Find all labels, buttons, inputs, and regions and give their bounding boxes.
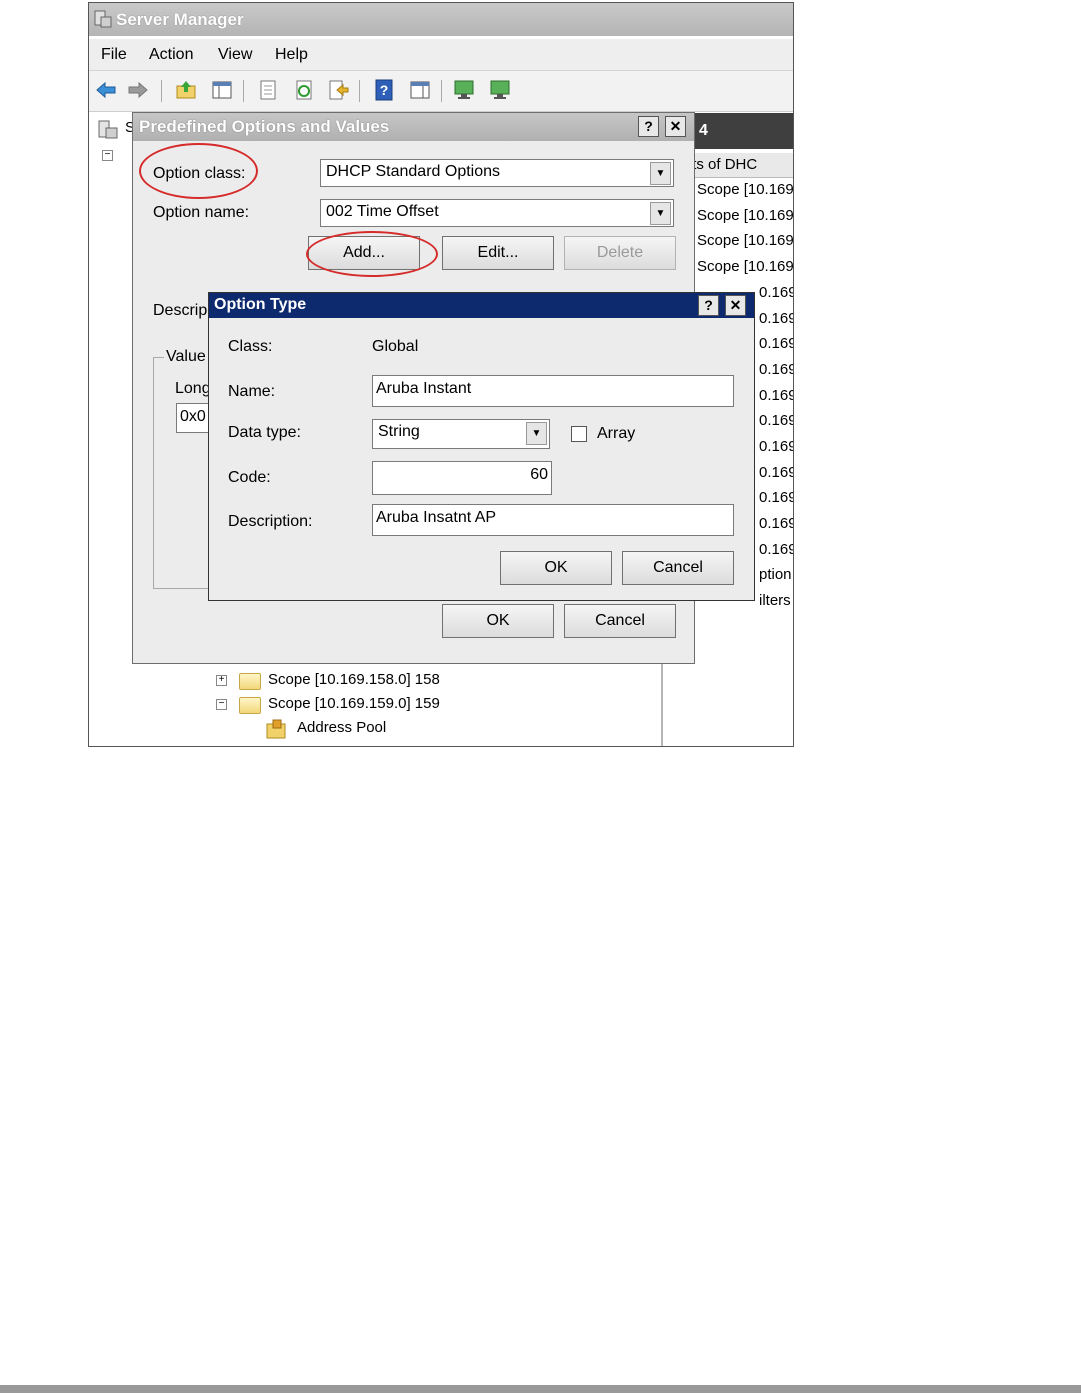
back-icon[interactable] [95, 79, 117, 101]
toolbar-separator [161, 80, 162, 102]
close-button[interactable]: ✕ [725, 295, 746, 316]
toolbar-separator [441, 80, 442, 102]
long-label: Long [175, 380, 211, 397]
list-item[interactable]: Scope [10.169 [697, 207, 793, 224]
menu-help[interactable]: Help [275, 46, 308, 64]
address-pool-icon [266, 719, 286, 739]
list-item[interactable]: ilters [759, 592, 791, 609]
list-item[interactable]: ption [759, 566, 792, 583]
ok-button[interactable]: OK [442, 604, 554, 638]
tree-item-scope-158[interactable]: Scope [10.169.158.0] 158 [268, 671, 440, 688]
chevron-down-icon[interactable]: ▼ [526, 422, 547, 445]
close-button[interactable]: ✕ [665, 116, 686, 137]
tree-expander[interactable]: − [216, 699, 227, 710]
page-bottom-divider [0, 1385, 1081, 1393]
description-label: Description: [228, 513, 313, 530]
chevron-down-icon[interactable]: ▼ [650, 202, 671, 225]
help-button[interactable]: ? [698, 295, 719, 316]
toolbar-separator [359, 80, 360, 102]
name-input-value: Aruba Instant [376, 380, 472, 397]
code-input[interactable]: 60 [372, 461, 552, 495]
highlight-circle [306, 231, 438, 277]
predefined-options-titlebar: Predefined Options and Values ? ✕ [133, 113, 694, 141]
description-input[interactable]: Aruba Insatnt AP [372, 504, 734, 536]
list-item[interactable]: 0.169 [759, 464, 793, 481]
show-hide-tree-icon[interactable] [211, 79, 233, 101]
data-type-label: Data type: [228, 424, 301, 441]
list-item[interactable]: 0.169 [759, 541, 793, 558]
list-item[interactable]: 0.169 [759, 284, 793, 301]
folder-icon [239, 697, 261, 714]
option-class-dropdown[interactable]: DHCP Standard Options ▼ [320, 159, 674, 187]
cancel-button[interactable]: Cancel [622, 551, 734, 585]
value-field-text: 0x0 [180, 408, 206, 425]
option-class-value: DHCP Standard Options [326, 163, 501, 180]
computer-icon[interactable] [453, 79, 475, 101]
menu-action[interactable]: Action [149, 46, 193, 64]
server-manager-icon [94, 10, 112, 28]
array-label: Array [597, 425, 636, 442]
computer-network-icon[interactable] [489, 79, 511, 101]
code-label: Code: [228, 469, 271, 486]
export-icon[interactable] [327, 79, 349, 101]
delete-button[interactable]: Delete [564, 236, 676, 270]
help-icon[interactable]: ? [373, 79, 395, 101]
highlight-circle [139, 143, 258, 199]
description-input-value: Aruba Insatnt AP [376, 509, 497, 526]
refresh-icon[interactable] [293, 79, 315, 101]
class-value: Global [372, 338, 419, 355]
dialog-title: Predefined Options and Values [139, 117, 390, 136]
tree-item-address-pool[interactable]: Address Pool [297, 719, 386, 736]
data-type-value: String [378, 423, 420, 440]
chevron-down-icon[interactable]: ▼ [650, 162, 671, 185]
list-item[interactable]: 0.169 [759, 489, 793, 506]
list-item[interactable]: 0.169 [759, 387, 793, 404]
folder-icon [239, 673, 261, 690]
class-label: Class: [228, 338, 273, 355]
edit-button[interactable]: Edit... [442, 236, 554, 270]
tree-expander[interactable]: − [102, 150, 113, 161]
tree-expander[interactable]: + [216, 675, 227, 686]
option-name-value: 002 Time Offset [326, 203, 439, 220]
value-group-label: Value [164, 348, 208, 366]
server-manager-titlebar: Server Manager [89, 3, 793, 36]
list-item[interactable]: Scope [10.169 [697, 258, 793, 275]
name-input[interactable]: Aruba Instant [372, 375, 734, 407]
tree-item-scope-159[interactable]: Scope [10.169.159.0] 159 [268, 695, 440, 712]
array-checkbox[interactable] [571, 426, 587, 442]
option-type-titlebar: Option Type ? ✕ [209, 293, 754, 318]
name-label: Name: [228, 383, 276, 400]
server-manager-node-icon[interactable] [97, 119, 119, 141]
data-type-dropdown[interactable]: String ▼ [372, 419, 550, 449]
list-item[interactable]: 0.169 [759, 438, 793, 455]
ok-button[interactable]: OK [500, 551, 612, 585]
action-pane-icon[interactable] [409, 79, 431, 101]
svg-text:?: ? [380, 82, 389, 98]
cancel-button[interactable]: Cancel [564, 604, 676, 638]
list-item[interactable]: 0.169 [759, 335, 793, 352]
forward-icon[interactable] [127, 79, 149, 101]
list-item[interactable]: 0.169 [759, 361, 793, 378]
list-item[interactable]: 0.169 [759, 515, 793, 532]
option-type-dialog: Option Type ? ✕ Class: Global Name: Arub… [208, 292, 755, 601]
description-label: Descrip [153, 302, 208, 319]
list-item[interactable]: Scope [10.169 [697, 181, 793, 198]
list-item[interactable]: 0.169 [759, 310, 793, 327]
menu-view[interactable]: View [218, 46, 252, 64]
dialog-title: Option Type [214, 296, 307, 313]
toolbar-separator [243, 80, 244, 102]
properties-icon[interactable] [257, 79, 279, 101]
option-name-dropdown[interactable]: 002 Time Offset ▼ [320, 199, 674, 227]
toolbar: ? [89, 71, 793, 112]
list-item[interactable]: Scope [10.169 [697, 232, 793, 249]
results-header-text: 4 [699, 122, 708, 139]
code-input-value: 60 [530, 466, 548, 483]
menu-bar: File Action View Help [89, 39, 793, 71]
menu-file[interactable]: File [101, 46, 127, 64]
up-folder-icon[interactable] [175, 79, 197, 101]
help-button[interactable]: ? [638, 116, 659, 137]
option-name-label: Option name: [153, 204, 250, 221]
list-item[interactable]: 0.169 [759, 412, 793, 429]
window-title: Server Manager [116, 10, 244, 29]
